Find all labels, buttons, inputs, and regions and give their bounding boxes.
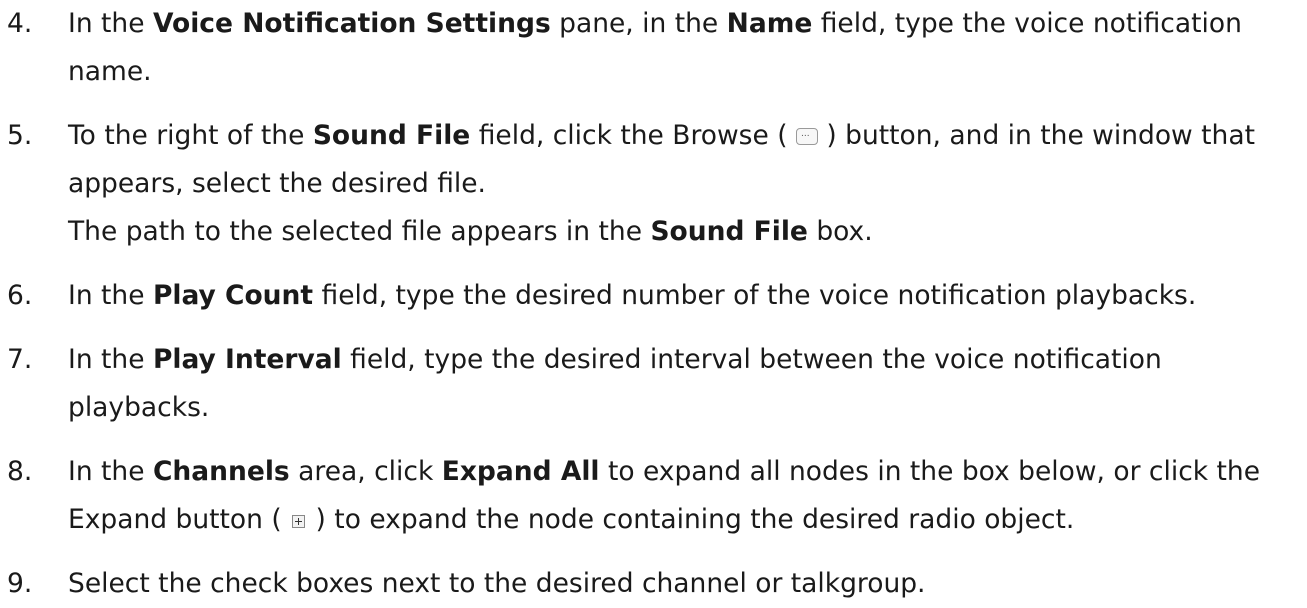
step-number: 9. <box>7 568 33 599</box>
expand-icon <box>292 515 306 528</box>
ui-term: Name <box>726 8 813 39</box>
step-number: 7. <box>7 344 33 375</box>
ui-term: Channels <box>152 456 290 487</box>
ui-term: Sound File <box>650 216 808 247</box>
step-text: field, type the desired number of the vo… <box>313 280 1197 311</box>
step-text: The path to the selected file appears in… <box>68 216 651 247</box>
browse-icon <box>795 110 818 158</box>
step-text: field, type the desired interval between… <box>341 344 1162 375</box>
step-text-line: appears, select the desired file. <box>68 160 486 208</box>
step-number: 4. <box>7 8 33 39</box>
step-text: field, click the Browse ( <box>470 120 796 151</box>
ui-term: Expand All <box>441 456 600 487</box>
step-text-line: In the Channels area, click Expand All t… <box>68 448 1260 496</box>
ui-term: Play Count <box>152 280 314 311</box>
step-text: field, type the voice notification <box>812 8 1242 39</box>
step-text: name. <box>68 56 152 87</box>
step-text: ) to expand the node containing the desi… <box>307 504 1075 535</box>
step-text-line: Expand button ( ) to expand the node con… <box>68 496 1074 544</box>
step-text: In the <box>68 456 153 487</box>
step-text: pane, in the <box>550 8 727 39</box>
step-text: playbacks. <box>68 392 210 423</box>
step-text: In the <box>68 280 153 311</box>
step-text: To the right of the <box>68 120 313 151</box>
step-text: Expand button ( <box>68 504 291 535</box>
step-text-line: In the Play Interval field, type the des… <box>68 336 1162 384</box>
step-text-line: playbacks. <box>68 384 209 432</box>
step-text: to expand all nodes in the box below, or… <box>599 456 1261 487</box>
step-number: 8. <box>7 456 33 487</box>
step-text: box. <box>807 216 873 247</box>
ui-term: Play Interval <box>152 344 342 375</box>
step-text: area, click <box>289 456 442 487</box>
step-text-line: name. <box>68 48 152 96</box>
step-text: Select the check boxes next to the desir… <box>68 568 926 599</box>
ui-term: Sound File <box>312 120 471 151</box>
step-text-line: Select the check boxes next to the desir… <box>68 560 926 608</box>
step-text-line: The path to the selected file appears in… <box>68 208 873 256</box>
ui-term: Voice Notification Settings <box>152 8 551 39</box>
step-text: In the <box>68 344 153 375</box>
step-text-line: In the Play Count field, type the desire… <box>68 272 1196 320</box>
step-number: 5. <box>7 120 33 151</box>
step-text: In the <box>68 8 153 39</box>
step-text: appears, select the desired file. <box>68 168 486 199</box>
step-number: 6. <box>7 280 33 311</box>
step-text-line: To the right of the Sound File field, cl… <box>68 110 1255 160</box>
step-text-line: In the Voice Notification Settings pane,… <box>68 0 1242 48</box>
step-text: ) button, and in the window that <box>817 120 1255 151</box>
